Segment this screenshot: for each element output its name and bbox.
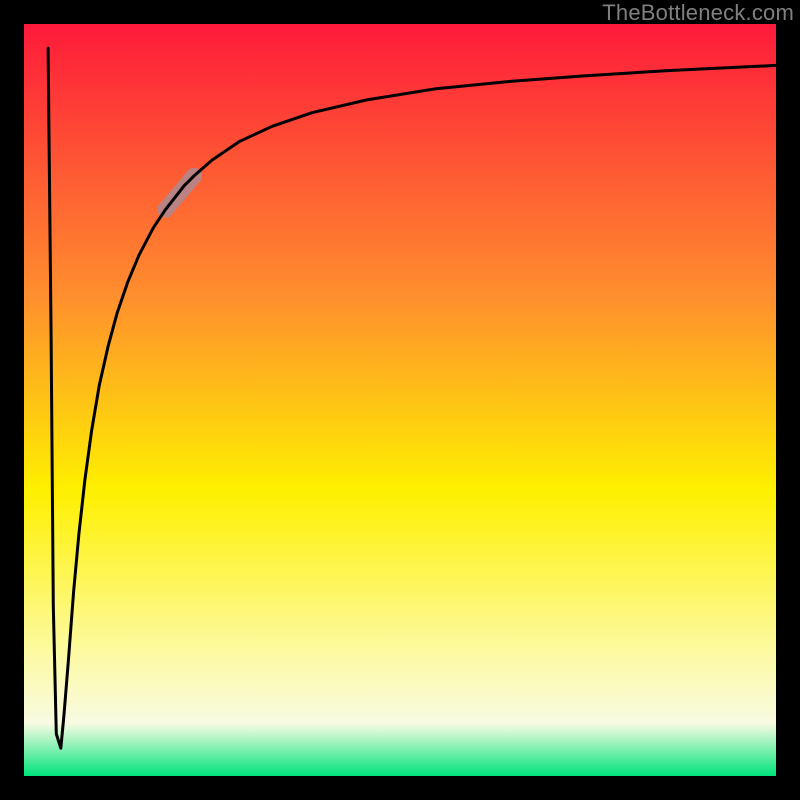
watermark-text: TheBottleneck.com — [602, 0, 794, 26]
chart-stage: TheBottleneck.com — [0, 0, 800, 800]
bottleneck-chart — [0, 0, 800, 800]
plot-background — [24, 24, 776, 776]
